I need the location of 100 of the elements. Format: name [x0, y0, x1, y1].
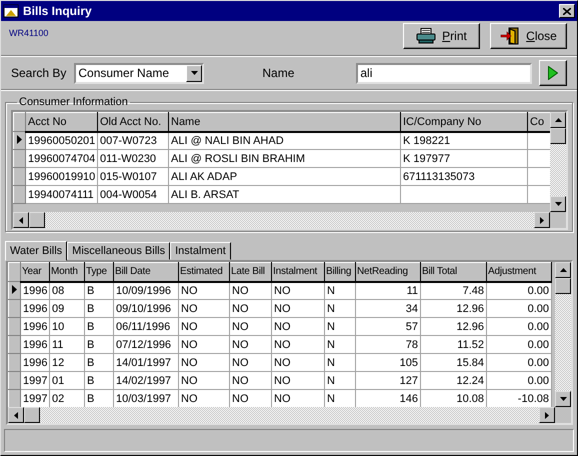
column-header[interactable]: Bill Total [420, 262, 486, 282]
table-cell: NO [178, 318, 230, 336]
column-header[interactable]: Old Acct No. [98, 112, 168, 132]
table-cell [528, 168, 550, 186]
table-cell: 0.00 [486, 372, 552, 390]
table-cell: B [84, 372, 114, 390]
form-code: WR41100 [9, 27, 48, 40]
column-header[interactable]: Estimated [178, 262, 230, 282]
table-cell: 19940074111 [26, 186, 98, 204]
door-exit-icon [500, 27, 520, 45]
table-cell: N [324, 354, 356, 372]
table-cell: 1996 [20, 318, 50, 336]
table-cell: ALI @ ROSLI BIN BRAHIM [168, 150, 400, 168]
column-header[interactable]: Month [50, 262, 84, 282]
table-cell: 105 [356, 354, 420, 372]
column-header[interactable]: IC/Company No [400, 112, 528, 132]
table-cell: 11 [50, 336, 84, 354]
table-cell: 09/10/1996 [114, 300, 178, 318]
table-cell: NO [272, 390, 324, 407]
column-header[interactable]: Year [20, 262, 50, 282]
scroll-thumb[interactable] [550, 128, 566, 144]
table-cell [528, 186, 550, 204]
table-cell: 14/01/1997 [114, 354, 178, 372]
table-cell: NO [178, 372, 230, 390]
column-header[interactable]: Acct No [26, 112, 98, 132]
table-cell: 57 [356, 318, 420, 336]
table-cell: 015-W0107 [98, 168, 168, 186]
table-cell: 06/11/1996 [114, 318, 178, 336]
table-cell: 1997 [20, 372, 50, 390]
table-cell: NO [178, 336, 230, 354]
search-button[interactable] [539, 60, 567, 86]
table-cell: N [324, 300, 356, 318]
name-label: Name [262, 66, 296, 80]
table-cell: B [84, 390, 114, 407]
column-header[interactable]: Bill Date [114, 262, 178, 282]
column-header[interactable]: Instalment [272, 262, 324, 282]
table-cell: NO [272, 354, 324, 372]
table-cell: NO [272, 336, 324, 354]
tab[interactable]: Instalment [170, 242, 231, 260]
horizontal-scrollbar[interactable] [13, 212, 550, 228]
scroll-thumb[interactable] [555, 278, 571, 294]
table-cell: 09 [50, 300, 84, 318]
table-cell: 004-W0054 [98, 186, 168, 204]
table-cell: NO [272, 300, 324, 318]
table-cell: NO [230, 372, 272, 390]
table-cell: K 197977 [400, 150, 528, 168]
column-header[interactable]: Co [528, 112, 550, 132]
table-cell: 1996 [20, 336, 50, 354]
table-cell: 0.00 [486, 336, 552, 354]
column-header[interactable]: Late Bill [230, 262, 272, 282]
column-header[interactable]: Type [84, 262, 114, 282]
table-cell: 146 [356, 390, 420, 407]
table-cell: 0.00 [486, 318, 552, 336]
search-by-dropdown[interactable]: Consumer Name [74, 62, 204, 84]
close-button[interactable] [559, 4, 575, 18]
printer-icon [416, 28, 436, 44]
name-field[interactable]: ali [356, 62, 532, 84]
table-cell: B [84, 300, 114, 318]
table-cell: N [324, 372, 356, 390]
tab[interactable]: Water Bills [5, 241, 68, 261]
row-selector[interactable] [8, 282, 20, 300]
arrow-up-icon [554, 118, 562, 122]
table-cell: 78 [356, 336, 420, 354]
close-form-button[interactable]: Close [490, 23, 567, 49]
table-cell: 12.24 [420, 372, 486, 390]
table-cell: 1996 [20, 300, 50, 318]
table-cell: 10/03/1997 [114, 390, 178, 407]
column-header[interactable]: Billing [324, 262, 356, 282]
print-button[interactable]: Print [403, 23, 480, 49]
scroll-thumb[interactable] [24, 407, 40, 423]
row-selector[interactable] [14, 132, 26, 150]
vertical-scrollbar[interactable] [555, 262, 571, 407]
corner-header [14, 112, 26, 132]
table-cell: NO [178, 300, 230, 318]
arrow-down-icon [554, 202, 562, 206]
corner-header [8, 262, 20, 282]
arrow-down-icon [560, 397, 566, 401]
table-cell: N [324, 390, 356, 407]
table-cell: NO [230, 318, 272, 336]
table-cell: 19960019910 [26, 168, 98, 186]
table-cell: N [324, 318, 356, 336]
column-header[interactable]: Adjustment [486, 262, 552, 282]
tab[interactable]: Miscellaneous Bills [67, 242, 170, 260]
column-header[interactable]: Name [168, 112, 400, 132]
table-cell: 12.96 [420, 300, 486, 318]
table-cell: 11.52 [420, 336, 486, 354]
table-cell: B [84, 318, 114, 336]
table-cell: NO [272, 372, 324, 390]
table-cell: 1997 [20, 390, 50, 407]
table-cell: B [84, 336, 114, 354]
table-cell [528, 150, 550, 168]
scroll-thumb[interactable] [29, 212, 45, 228]
vertical-scrollbar[interactable] [550, 112, 566, 212]
column-header[interactable]: NetReading [356, 262, 420, 282]
table-cell: NO [230, 354, 272, 372]
table-cell: 15.84 [420, 354, 486, 372]
arrow-right-icon [540, 216, 544, 224]
table-cell: 07/12/1996 [114, 336, 178, 354]
table-cell: 34 [356, 300, 420, 318]
horizontal-scrollbar[interactable] [8, 407, 555, 423]
